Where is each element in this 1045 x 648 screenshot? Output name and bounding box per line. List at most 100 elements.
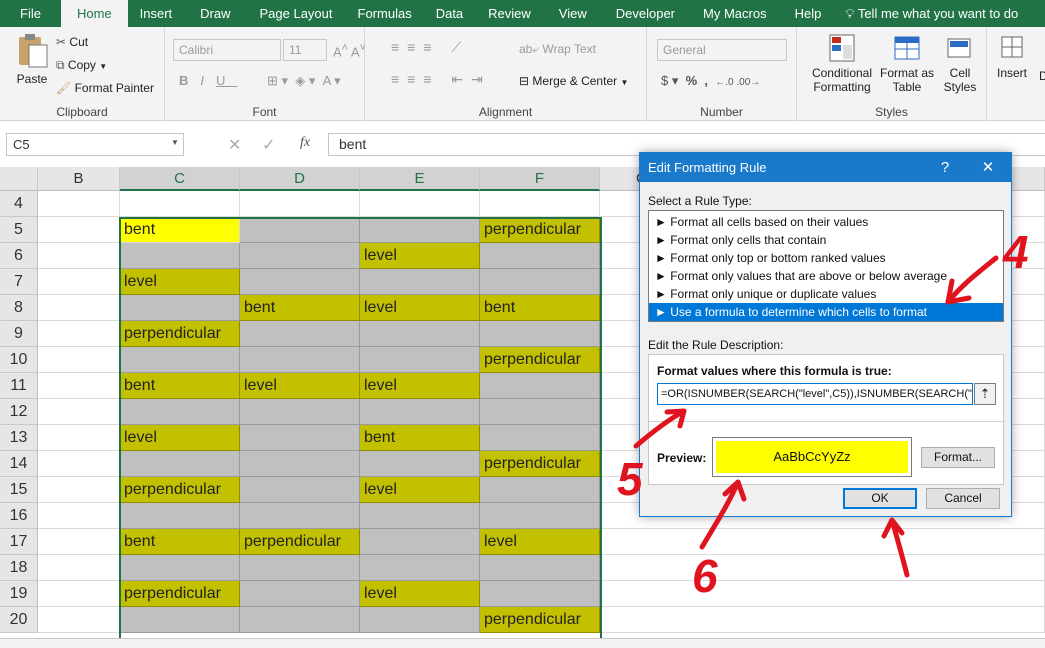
insert-cells-button[interactable]: Insert (997, 33, 1027, 80)
rule-formula-input[interactable]: =OR(ISNUMBER(SEARCH("level",C5)),ISNUMBE… (657, 383, 973, 405)
tab-page-layout[interactable]: Page Layout (247, 0, 346, 27)
rule-type-item[interactable]: ► Format only cells that contain (649, 231, 1003, 249)
data-cell[interactable] (480, 503, 600, 529)
cell[interactable] (600, 555, 1045, 581)
data-cell[interactable] (480, 321, 600, 347)
row-header[interactable]: 15 (0, 477, 38, 503)
cancel-entry-icon[interactable]: ✕ (228, 135, 241, 155)
cell[interactable] (38, 399, 120, 425)
column-header-f[interactable]: F (480, 167, 600, 191)
data-cell[interactable]: perpendicular (480, 451, 600, 477)
vertical-align-buttons[interactable]: ≡≡≡ ⟋ (391, 39, 469, 56)
tab-view[interactable]: View (544, 0, 602, 27)
row-header[interactable]: 10 (0, 347, 38, 373)
data-cell[interactable] (360, 503, 480, 529)
column-header-d[interactable]: D (240, 167, 360, 191)
tab-draw[interactable]: Draw (184, 0, 246, 27)
data-cell[interactable] (240, 451, 360, 477)
cancel-button[interactable]: Cancel (926, 488, 1000, 509)
data-cell[interactable] (240, 425, 360, 451)
cell[interactable] (38, 425, 120, 451)
tab-insert[interactable]: Insert (128, 0, 185, 27)
copy-button[interactable]: ⧉ Copy ▼ (56, 58, 107, 73)
data-cell[interactable] (360, 217, 480, 243)
data-cell[interactable]: bent (240, 295, 360, 321)
confirm-entry-icon[interactable]: ✓ (262, 135, 275, 155)
data-cell[interactable] (120, 607, 240, 633)
conditional-formatting-button[interactable]: Conditional Formatting (807, 33, 877, 94)
horizontal-align-buttons[interactable]: ≡≡≡ ⇤⇥ (391, 71, 491, 88)
format-button[interactable]: Format... (921, 447, 995, 468)
data-cell[interactable]: bent (360, 425, 480, 451)
data-cell[interactable] (120, 555, 240, 581)
ok-button[interactable]: OK (843, 488, 917, 509)
data-cell[interactable] (240, 321, 360, 347)
cell[interactable] (38, 555, 120, 581)
cell[interactable] (38, 451, 120, 477)
data-cell[interactable]: perpendicular (120, 477, 240, 503)
cell[interactable] (38, 269, 120, 295)
data-cell[interactable] (240, 607, 360, 633)
data-cell[interactable] (240, 217, 360, 243)
data-cell[interactable]: level (360, 581, 480, 607)
data-cell[interactable] (360, 607, 480, 633)
name-box-dropdown-icon[interactable]: ▼ (171, 138, 179, 147)
tab-formulas[interactable]: Formulas (346, 0, 424, 27)
number-format-buttons[interactable]: $ ▾ % , ←.0 .00→ (661, 73, 760, 89)
row-header[interactable]: 8 (0, 295, 38, 321)
select-all-corner[interactable] (0, 167, 38, 191)
data-cell[interactable] (480, 243, 600, 269)
data-cell[interactable]: bent (120, 529, 240, 555)
cell[interactable] (38, 217, 120, 243)
tab-data[interactable]: Data (424, 0, 475, 27)
data-cell[interactable] (240, 347, 360, 373)
data-cell[interactable] (480, 425, 600, 451)
delete-cells-button[interactable]: D (1039, 69, 1045, 83)
row-header[interactable]: 7 (0, 269, 38, 295)
data-cell[interactable] (360, 555, 480, 581)
data-cell[interactable]: level (360, 477, 480, 503)
column-header-e[interactable]: E (360, 167, 480, 191)
data-cell[interactable]: level (240, 373, 360, 399)
font-style-buttons[interactable]: BIU (179, 73, 237, 88)
row-header[interactable]: 16 (0, 503, 38, 529)
data-cell[interactable] (240, 399, 360, 425)
data-cell[interactable] (240, 477, 360, 503)
data-cell[interactable]: perpendicular (240, 529, 360, 555)
cell[interactable] (38, 477, 120, 503)
active-cell[interactable]: bent (120, 217, 240, 243)
row-header[interactable]: 9 (0, 321, 38, 347)
close-icon[interactable]: ✕ (968, 153, 1008, 182)
row-header[interactable]: 12 (0, 399, 38, 425)
data-cell[interactable] (240, 243, 360, 269)
tab-help[interactable]: Help (781, 0, 836, 27)
data-cell[interactable]: level (120, 269, 240, 295)
data-cell[interactable] (120, 295, 240, 321)
tab-home[interactable]: Home (60, 0, 128, 27)
data-cell[interactable] (120, 451, 240, 477)
row-header[interactable]: 20 (0, 607, 38, 633)
row-header[interactable]: 17 (0, 529, 38, 555)
cell[interactable] (38, 503, 120, 529)
data-cell[interactable] (480, 373, 600, 399)
data-cell[interactable]: level (480, 529, 600, 555)
row-header[interactable]: 13 (0, 425, 38, 451)
collapse-dialog-icon[interactable]: ⇡ (974, 383, 996, 405)
data-cell[interactable] (360, 451, 480, 477)
data-cell[interactable] (480, 477, 600, 503)
merge-center-button[interactable]: ⊟ Merge & Center ▼ (519, 74, 628, 88)
font-name-select[interactable]: Calibri (173, 39, 281, 61)
data-cell[interactable] (240, 581, 360, 607)
tab-my-macros[interactable]: My Macros (689, 0, 781, 27)
data-cell[interactable]: perpendicular (120, 321, 240, 347)
row-header[interactable]: 4 (0, 191, 38, 217)
cell[interactable] (38, 607, 120, 633)
data-cell[interactable] (120, 191, 240, 217)
row-header[interactable]: 11 (0, 373, 38, 399)
data-cell[interactable]: bent (480, 295, 600, 321)
font-size-select[interactable]: 11 (283, 39, 327, 61)
tell-me-box[interactable]: 💡︎ Tell me what you want to do (835, 0, 1028, 27)
data-cell[interactable] (240, 191, 360, 217)
wrap-text-button[interactable]: ab⤶ Wrap Text (519, 42, 596, 57)
data-cell[interactable]: bent (120, 373, 240, 399)
